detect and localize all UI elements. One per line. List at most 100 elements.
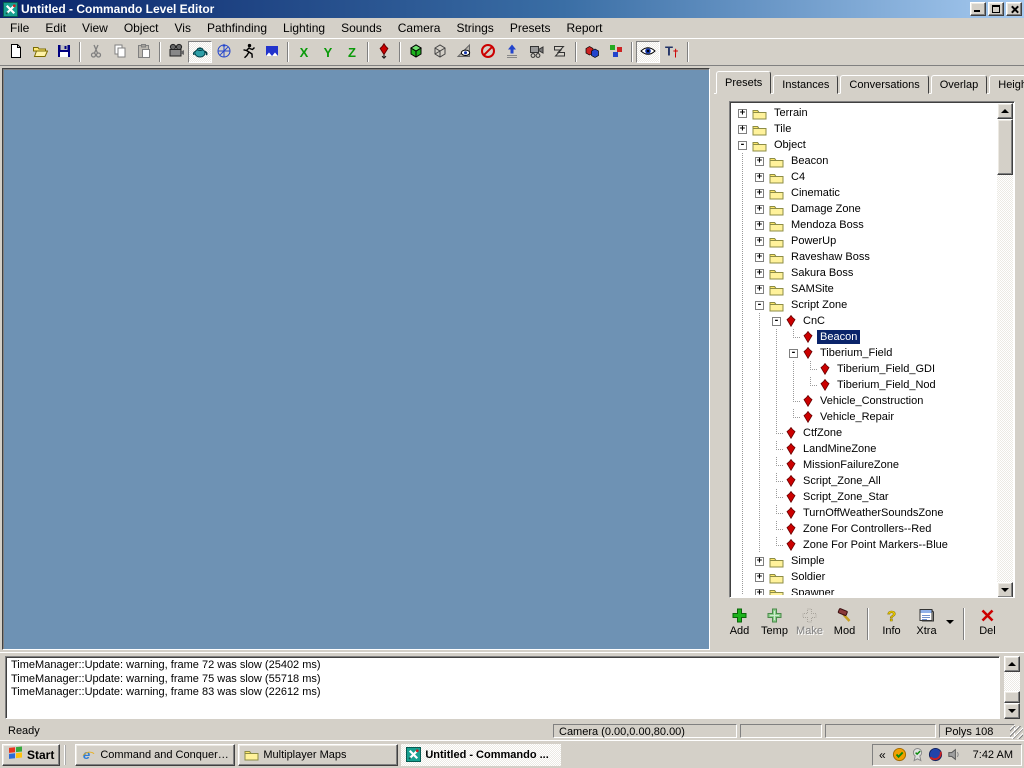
text-style-button[interactable]: T+ xyxy=(660,41,684,63)
expander-minus[interactable]: - xyxy=(772,317,781,326)
scroll-down-button[interactable] xyxy=(1004,703,1020,719)
menu-view[interactable]: View xyxy=(74,19,116,37)
tree-item-label[interactable]: Beacon xyxy=(817,330,860,344)
maximize-button[interactable] xyxy=(988,2,1004,16)
tray-volume-icon[interactable] xyxy=(946,747,961,762)
menu-presets[interactable]: Presets xyxy=(502,19,559,37)
letter-y-button[interactable]: Y xyxy=(316,41,340,63)
quick-launch-grip[interactable] xyxy=(64,745,71,765)
no-symbol-button[interactable] xyxy=(476,41,500,63)
menu-edit[interactable]: Edit xyxy=(37,19,74,37)
menu-report[interactable]: Report xyxy=(559,19,611,37)
tree-item-simple[interactable]: +Simple xyxy=(734,553,996,569)
tab-conversations[interactable]: Conversations xyxy=(840,75,928,94)
scroll-up-button[interactable] xyxy=(1004,656,1020,672)
open-folder-button[interactable] xyxy=(28,41,52,63)
taskbar-task-command-and-conquer[interactable]: eCommand and Conquer: ... xyxy=(75,744,235,766)
solid-cube-button[interactable] xyxy=(404,41,428,63)
tree-item-zone-for-point-markers-blue[interactable]: Zone For Point Markers--Blue xyxy=(734,537,996,553)
tree-item-label[interactable]: Script Zone xyxy=(788,298,850,312)
tree-item-c4[interactable]: +C4 xyxy=(734,169,996,185)
teapot-button[interactable] xyxy=(188,41,212,63)
tree-item-vehicle-repair[interactable]: Vehicle_Repair xyxy=(734,409,996,425)
tree-item-label[interactable]: PowerUp xyxy=(788,234,839,248)
tree-item-label[interactable]: Script_Zone_Star xyxy=(800,490,892,504)
tree-item-label[interactable]: Raveshaw Boss xyxy=(788,250,873,264)
running-man-button[interactable] xyxy=(236,41,260,63)
waypath-button[interactable] xyxy=(260,41,284,63)
start-button[interactable]: Start xyxy=(2,744,60,766)
tree-item-label[interactable]: Tile xyxy=(771,122,794,136)
menu-pathfinding[interactable]: Pathfinding xyxy=(199,19,275,37)
tree-item-label[interactable]: SAMSite xyxy=(788,282,837,296)
preset-tree[interactable]: +Terrain+Tile-Object+Beacon+C4+Cinematic… xyxy=(729,101,1015,598)
tree-item-zone-for-controllers-red[interactable]: Zone For Controllers--Red xyxy=(734,521,996,537)
menu-lighting[interactable]: Lighting xyxy=(275,19,333,37)
color-cubes-button[interactable] xyxy=(580,41,604,63)
tree-item-beacon[interactable]: +Beacon xyxy=(734,153,996,169)
tree-item-tiberium-field[interactable]: -Tiberium_Field xyxy=(734,345,996,361)
tree-item-label[interactable]: Terrain xyxy=(771,106,811,120)
tree-item-label[interactable]: Vehicle_Construction xyxy=(817,394,926,408)
tray-chevron-button[interactable]: « xyxy=(879,748,886,762)
wire-cube-button[interactable] xyxy=(428,41,452,63)
log-scrollbar[interactable] xyxy=(1004,656,1020,719)
drop-marker-button[interactable] xyxy=(372,41,396,63)
tab-instances[interactable]: Instances xyxy=(773,75,838,94)
tree-item-label[interactable]: Beacon xyxy=(788,154,831,168)
cut-button[interactable] xyxy=(84,41,108,63)
tree-item-powerup[interactable]: + PowerUp xyxy=(734,233,996,249)
expander-plus[interactable]: + xyxy=(755,237,764,246)
expander-plus[interactable]: + xyxy=(755,285,764,294)
tree-item-label[interactable]: Vehicle_Repair xyxy=(817,410,897,424)
tree-item-label[interactable]: LandMineZone xyxy=(800,442,879,456)
tree-item-vehicle-construction[interactable]: Vehicle_Construction xyxy=(734,393,996,409)
menu-object[interactable]: Object xyxy=(116,19,167,37)
axis-gizmo-button[interactable] xyxy=(212,41,236,63)
tree-item-mendoza-boss[interactable]: + Mendoza Boss xyxy=(734,217,996,233)
expander-plus[interactable]: + xyxy=(755,589,764,596)
expander-plus[interactable]: + xyxy=(755,205,764,214)
tree-item-label[interactable]: Spawner xyxy=(788,586,837,595)
tree-item-label[interactable]: Mendoza Boss xyxy=(788,218,867,232)
scroll-up-button[interactable] xyxy=(997,103,1013,119)
tree-item-label[interactable]: Simple xyxy=(788,554,828,568)
tab-presets[interactable]: Presets xyxy=(716,71,771,94)
mod-button[interactable]: Mod xyxy=(827,606,862,643)
save-button[interactable] xyxy=(52,41,76,63)
menu-camera[interactable]: Camera xyxy=(390,19,449,37)
scroll-down-button[interactable] xyxy=(997,582,1013,598)
info-button[interactable]: ?Info xyxy=(874,606,909,643)
tree-scrollbar[interactable] xyxy=(997,103,1013,598)
tree-item-missionfailurezone[interactable]: MissionFailureZone xyxy=(734,457,996,473)
tree-item-sakura-boss[interactable]: +Sakura Boss xyxy=(734,265,996,281)
tree-item-label[interactable]: Soldier xyxy=(788,570,828,584)
tree-item-label[interactable]: Tiberium_Field_Nod xyxy=(834,378,939,392)
letter-z-button[interactable]: Z xyxy=(340,41,364,63)
menu-sounds[interactable]: Sounds xyxy=(333,19,390,37)
tree-item-terrain[interactable]: +Terrain xyxy=(734,105,996,121)
tab-overlap[interactable]: Overlap xyxy=(931,75,988,94)
xtra-button[interactable]: Xtra xyxy=(909,606,944,643)
tree-item-label[interactable]: Script_Zone_All xyxy=(800,474,884,488)
tab-heightfield[interactable]: Heightfield xyxy=(989,75,1024,94)
expander-minus[interactable]: - xyxy=(789,349,798,358)
tree-item-label[interactable]: CnC xyxy=(800,314,828,328)
vis-eye-button[interactable] xyxy=(452,41,476,63)
tree-item-landminezone[interactable]: LandMineZone xyxy=(734,441,996,457)
expander-plus[interactable]: + xyxy=(755,269,764,278)
tree-item-spawner[interactable]: + Spawner xyxy=(734,585,996,595)
tree-item-tiberium-field-nod[interactable]: Tiberium_Field_Nod xyxy=(734,377,996,393)
scrollbar-thumb[interactable] xyxy=(1004,691,1020,703)
tree-item-turnoffweathersoundszone[interactable]: TurnOffWeatherSoundsZone xyxy=(734,505,996,521)
menu-strings[interactable]: Strings xyxy=(448,19,501,37)
add-button[interactable]: Add xyxy=(722,606,757,643)
dropdown-arrow[interactable] xyxy=(946,620,954,624)
title-bar[interactable]: Untitled - Commando Level Editor xyxy=(0,0,1024,18)
menu-file[interactable]: File xyxy=(2,19,37,37)
tree-item-script-zone-all[interactable]: Script_Zone_All xyxy=(734,473,996,489)
color-squares-button[interactable] xyxy=(604,41,628,63)
expander-plus[interactable]: + xyxy=(755,221,764,230)
taskbar-task-multiplayer-maps[interactable]: Multiplayer Maps xyxy=(238,744,398,766)
expander-minus[interactable]: - xyxy=(755,301,764,310)
